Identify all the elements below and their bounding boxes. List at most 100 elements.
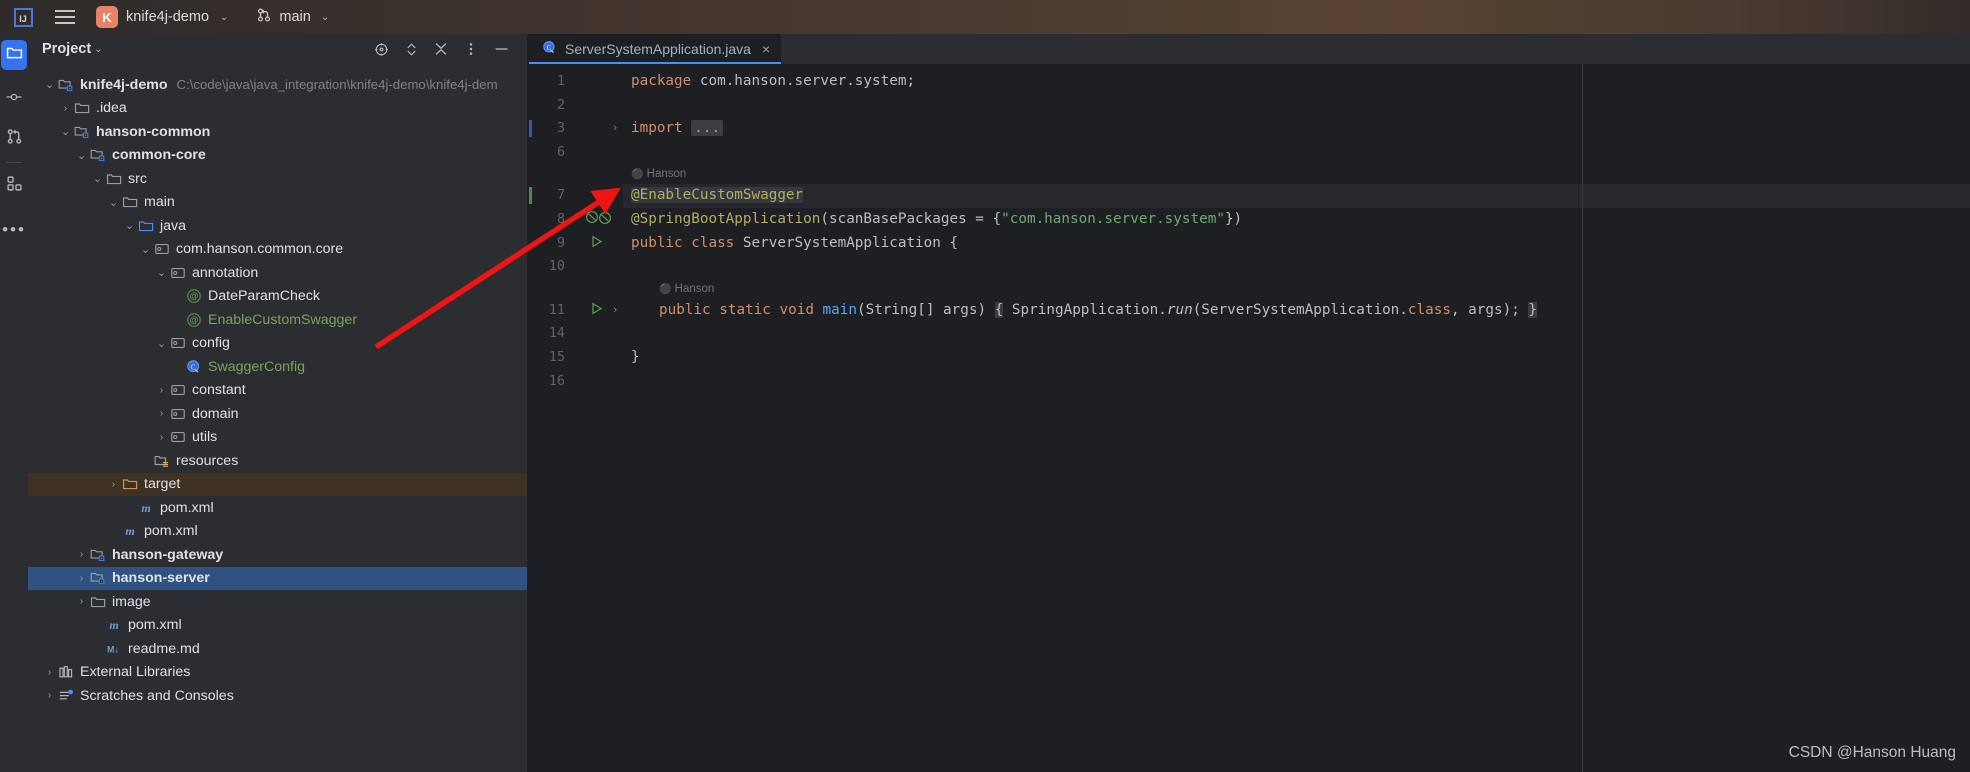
vertical-dots-icon[interactable] — [463, 41, 479, 57]
chevron-down-icon[interactable]: ⌄ — [42, 78, 57, 91]
tree-item-java[interactable]: ⌄ java — [28, 214, 527, 238]
project-name-label: knife4j-demo — [126, 9, 210, 25]
chevron-right-icon[interactable]: › — [74, 549, 89, 560]
code-line[interactable]: ⚫ Hanson — [623, 164, 1970, 184]
crosshair-icon[interactable] — [373, 41, 389, 57]
sidebar-item-project[interactable] — [1, 40, 27, 70]
chevron-down-icon[interactable]: ⌄ — [90, 172, 105, 185]
tree-item-scratches-and-consoles[interactable]: › Scratches and Consoles — [28, 684, 527, 708]
tree-item-com-hanson-common-core[interactable]: ⌄ com.hanson.common.core — [28, 238, 527, 262]
tree-item-readme-md[interactable]: M↓ readme.md — [28, 637, 527, 661]
tree-item-target[interactable]: › target — [28, 472, 527, 496]
tree-item-external-libraries[interactable]: › External Libraries — [28, 661, 527, 685]
tree-item-pom-xml[interactable]: m pom.xml — [28, 614, 527, 638]
code-line[interactable]: @EnableCustomSwagger — [623, 184, 1970, 208]
code-fold-toggle[interactable]: › — [613, 117, 617, 141]
chevron-down-icon[interactable]: ⌄ — [154, 337, 169, 350]
source-folder-icon — [137, 218, 154, 234]
tree-item-label: constant — [192, 382, 246, 399]
run-gutter-icon[interactable] — [591, 232, 603, 256]
close-icon[interactable]: × — [762, 41, 770, 57]
java-class-icon: C — [542, 40, 557, 58]
code-line[interactable] — [623, 370, 1970, 394]
chevron-right-icon[interactable]: › — [154, 408, 169, 419]
chevron-down-icon[interactable]: ⌄ — [94, 44, 102, 55]
tree-item-dateparamcheck[interactable]: @ DateParamCheck — [28, 285, 527, 309]
chevron-right-icon[interactable]: › — [42, 690, 57, 701]
code-line[interactable]: @SpringBootApplication(scanBasePackages … — [623, 208, 1970, 232]
chevron-right-icon[interactable]: › — [154, 385, 169, 396]
tree-item-hanson-common[interactable]: ⌄ hanson-common — [28, 120, 527, 144]
chevron-right-icon[interactable]: › — [74, 596, 89, 607]
code-vision-hint[interactable]: ⚫ Hanson — [659, 279, 714, 299]
code-editor[interactable]: 1 2 3 › 6 7 8 9 10 11 › 14 15 16 package com.hanson.s… — [529, 64, 1970, 772]
run-gutter-icon[interactable] — [591, 299, 603, 323]
code-line[interactable]: public class ServerSystemApplication { — [623, 232, 1970, 256]
branch-selector[interactable]: main ⌄ — [256, 7, 329, 28]
chevron-down-icon[interactable]: ⌄ — [106, 196, 121, 209]
sidebar-item-commit[interactable] — [0, 84, 28, 114]
code-line[interactable]: } — [623, 346, 1970, 370]
tab-ServerSystemApplication[interactable]: C ServerSystemApplication.java × — [529, 34, 782, 64]
tree-item-src[interactable]: ⌄ src — [28, 167, 527, 191]
chevron-right-icon[interactable]: › — [154, 432, 169, 443]
chevron-right-icon[interactable]: › — [106, 479, 121, 490]
code-line[interactable]: public static void main(String[] args) {… — [623, 299, 1970, 323]
tree-item-image[interactable]: › image — [28, 590, 527, 614]
project-tree[interactable]: ⌄ knife4j-demo C:\code\java\java_integrati… — [28, 64, 527, 708]
tree-item-resources[interactable]: resources — [28, 449, 527, 473]
tree-item-pom-xml[interactable]: m pom.xml — [28, 496, 527, 520]
code-line[interactable]: ⚫ Hanson — [623, 279, 1970, 299]
chevron-right-icon[interactable]: › — [42, 667, 57, 678]
code-line[interactable]: import ... — [623, 117, 1970, 141]
tree-item-pom-xml[interactable]: m pom.xml — [28, 520, 527, 544]
tree-item-constant[interactable]: › constant — [28, 379, 527, 403]
tree-item-swaggerconfig[interactable]: C SwaggerConfig — [28, 355, 527, 379]
chevron-down-icon[interactable]: ⌄ — [138, 243, 153, 256]
editor-code-column[interactable]: package com.hanson.server.system; import … — [623, 64, 1970, 772]
gutter-line: 8 — [529, 208, 623, 232]
code-token: main — [822, 301, 857, 318]
code-vision-hint[interactable]: ⚫ Hanson — [631, 164, 686, 184]
gutter-line: 14 — [529, 322, 623, 346]
spring-bean-gutter-icon[interactable] — [585, 208, 615, 232]
divider — [6, 162, 22, 163]
chevron-down-icon[interactable]: ⌄ — [74, 149, 89, 162]
main-toolbar: IJ K knife4j-demo ⌄ main ⌄ — [0, 0, 1970, 34]
intellij-idea-logo-icon[interactable]: IJ — [10, 6, 36, 28]
sidebar-item-pull-requests[interactable] — [0, 124, 28, 154]
chevron-down-icon[interactable]: ⌄ — [122, 219, 137, 232]
tree-item-utils[interactable]: › utils — [28, 426, 527, 450]
code-line[interactable] — [623, 322, 1970, 346]
code-line[interactable] — [623, 94, 1970, 118]
code-line[interactable] — [623, 141, 1970, 165]
tree-item-hanson-server[interactable]: › hanson-server — [28, 566, 527, 590]
code-line[interactable]: package com.hanson.server.system; — [623, 70, 1970, 94]
project-selector[interactable]: K knife4j-demo ⌄ — [96, 5, 234, 29]
tree-item-common-core[interactable]: ⌄ common-core — [28, 144, 527, 168]
sidebar-item-more[interactable]: ••• — [0, 215, 28, 245]
package-icon — [169, 265, 186, 281]
tree-item-main[interactable]: ⌄ main — [28, 191, 527, 215]
chevron-right-icon[interactable]: › — [58, 103, 73, 114]
chevron-updown-icon[interactable] — [403, 41, 419, 57]
code-fold-toggle[interactable]: › — [613, 299, 617, 323]
chevron-right-icon[interactable]: › — [74, 573, 89, 584]
tree-item-label: main — [144, 194, 175, 211]
editor-gutter[interactable]: 1 2 3 › 6 7 8 9 10 11 › 14 15 16 — [529, 64, 623, 772]
tree-item-annotation[interactable]: ⌄ annotation — [28, 261, 527, 285]
sidebar-item-services[interactable] — [0, 171, 28, 201]
tree-item-domain[interactable]: › domain — [28, 402, 527, 426]
minus-icon[interactable] — [493, 41, 509, 57]
tree-item-config[interactable]: ⌄ config — [28, 332, 527, 356]
collapse-all-icon[interactable] — [433, 41, 449, 57]
chevron-down-icon[interactable]: ⌄ — [58, 125, 73, 138]
code-line[interactable] — [623, 255, 1970, 279]
hamburger-menu-icon[interactable] — [48, 0, 82, 34]
tree-item-hanson-gateway[interactable]: › hanson-gateway — [28, 543, 527, 567]
tree-item--idea[interactable]: › .idea — [28, 97, 527, 121]
chevron-down-icon[interactable]: ⌄ — [154, 266, 169, 279]
folder-icon — [121, 194, 138, 210]
tree-item-enablecustomswagger[interactable]: @ EnableCustomSwagger — [28, 308, 527, 332]
tree-item-knife4j-demo[interactable]: ⌄ knife4j-demo C:\code\java\java_integrati… — [28, 73, 527, 97]
